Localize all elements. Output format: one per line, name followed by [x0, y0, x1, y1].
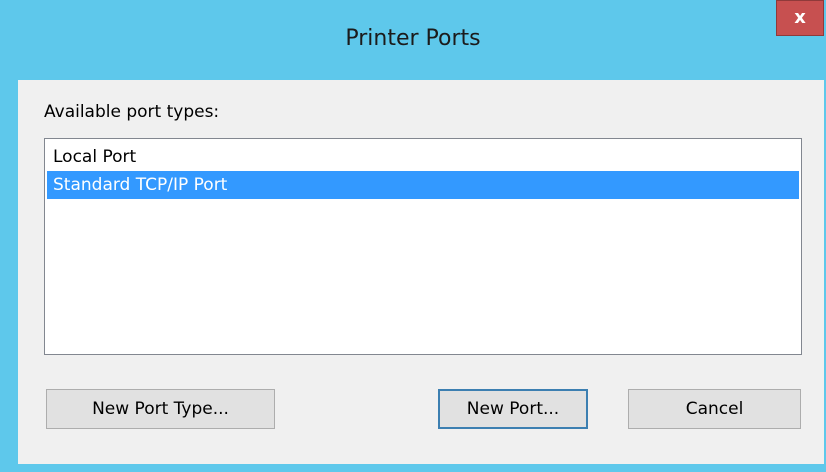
available-port-types-label: Available port types: [44, 102, 220, 122]
dialog-body: Available port types: Local Port Standar… [18, 80, 824, 464]
printer-ports-dialog: Printer Ports x Available port types: Lo… [0, 0, 826, 472]
list-item-local-port[interactable]: Local Port [47, 143, 799, 171]
list-item-standard-tcp-ip-port[interactable]: Standard TCP/IP Port [47, 171, 799, 199]
new-port-type-button[interactable]: New Port Type... [46, 389, 275, 429]
title-bar[interactable]: Printer Ports x [0, 0, 826, 80]
new-port-button[interactable]: New Port... [438, 389, 588, 429]
close-icon: x [794, 7, 806, 28]
cancel-button[interactable]: Cancel [628, 389, 801, 429]
close-button[interactable]: x [776, 0, 824, 36]
port-types-listbox[interactable]: Local Port Standard TCP/IP Port [44, 138, 802, 355]
window-title: Printer Ports [345, 26, 481, 51]
